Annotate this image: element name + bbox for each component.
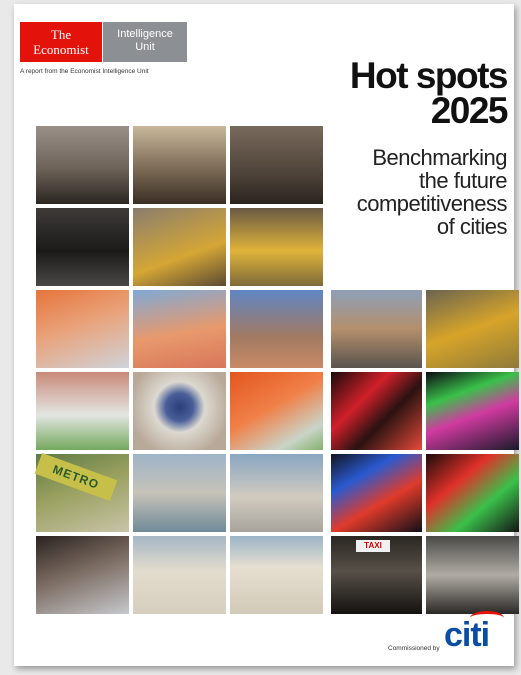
taxi-sign: TAXI xyxy=(356,540,390,552)
photo-tile-taxi-2 xyxy=(426,536,519,614)
photo-tile-rio-2 xyxy=(230,454,323,532)
cover-subtitle: Benchmarking the future competitiveness … xyxy=(356,145,508,239)
photo-tile-london-1 xyxy=(36,126,129,204)
economist-logo: The Economist xyxy=(20,22,102,62)
cover-title: Hot spots 2025 xyxy=(349,55,509,131)
photo-tile-rio-4 xyxy=(230,536,323,614)
cover-title-line1: Hot spots xyxy=(349,55,509,96)
photo-tile-london-3 xyxy=(230,126,323,204)
photo-tile-rickshaw-1 xyxy=(331,290,422,368)
photo-tile-delhi-3 xyxy=(230,290,323,368)
eiu-logo-line2: Unit xyxy=(135,41,155,53)
photo-tile-newyork-1 xyxy=(133,208,226,286)
eiu-logo-line1: Intelligence xyxy=(117,28,173,40)
cover-subtitle-line1: Benchmarking xyxy=(372,145,507,170)
photo-tile-newyork-2 xyxy=(230,208,323,286)
photo-tile-delhi-6 xyxy=(230,372,323,450)
photo-tile-neon-2 xyxy=(426,372,519,450)
economist-logo-line1: The xyxy=(50,27,72,42)
report-attribution: A report from the Economist Intelligence… xyxy=(20,68,149,75)
photo-tile-delhi-2 xyxy=(133,290,226,368)
photo-tile-rickshaw-2 xyxy=(426,290,519,368)
cover-subtitle-line4: of cities xyxy=(436,214,508,239)
photo-tile-neon-3 xyxy=(331,454,422,532)
citi-logo: citi xyxy=(444,616,490,654)
cover-subtitle-line3: competitiveness xyxy=(356,191,508,216)
photo-tile-paris-2 xyxy=(36,536,129,614)
photo-tile-rio-3 xyxy=(133,536,226,614)
eiu-logo: Intelligence Unit xyxy=(103,22,187,62)
economist-logo-line2: Economist xyxy=(33,42,89,57)
photo-tile-delhi-5 xyxy=(133,372,226,450)
photo-tile-neon-4 xyxy=(426,454,519,532)
photo-tile-london-2 xyxy=(133,126,226,204)
photo-tile-delhi-1 xyxy=(36,290,129,368)
commissioned-by-label: Commissioned by xyxy=(388,645,440,652)
photo-tile-neon-1 xyxy=(331,372,422,450)
cover-subtitle-line2: the future xyxy=(419,168,507,193)
photo-tile-london-4 xyxy=(36,208,129,286)
photo-tile-delhi-4 xyxy=(36,372,129,450)
cover-title-line2: 2025 xyxy=(430,90,509,131)
photo-tile-rio-1 xyxy=(133,454,226,532)
